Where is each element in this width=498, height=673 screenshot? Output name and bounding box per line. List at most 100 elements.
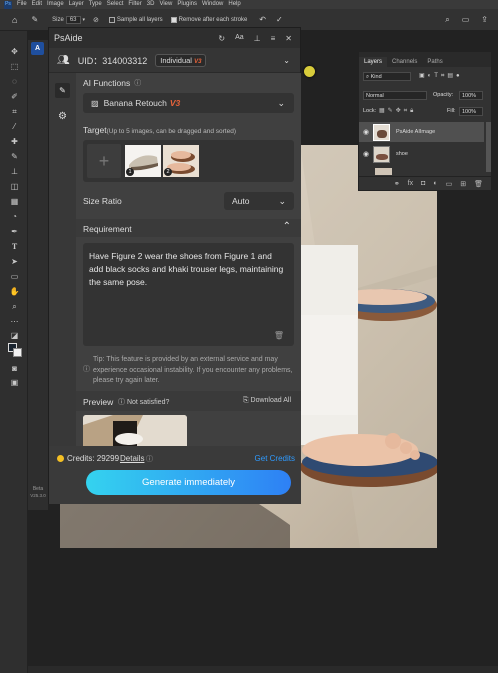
sample-all-layers-option[interactable]: Sample all layers (108, 16, 163, 23)
adjustment-layer-icon[interactable]: ◐ (433, 180, 437, 187)
remove-after-stroke-checkbox[interactable] (170, 16, 177, 23)
rectangle-tool-icon[interactable]: ▭ (9, 272, 20, 281)
ai-functions-label: AI Functions (83, 78, 131, 88)
opacity-input[interactable]: 100% (459, 91, 483, 100)
chevron-up-icon[interactable]: ⌃ (283, 221, 291, 232)
menu-filter[interactable]: Filter (128, 0, 141, 9)
add-image-button[interactable]: + (87, 144, 121, 178)
commit-check-icon[interactable]: ✓ (276, 15, 283, 24)
blend-mode-select[interactable]: Normal (363, 91, 427, 100)
eyedropper-tool-icon[interactable]: ⁄ (9, 122, 20, 131)
stamp-tool-icon[interactable]: ⊥ (9, 167, 20, 176)
chevron-down-icon[interactable]: ⌄ (283, 56, 290, 65)
preview-image[interactable] (83, 415, 187, 446)
not-satisfied-link[interactable]: ⓘ Not satisfied? (118, 397, 169, 407)
pin-icon[interactable]: ⊥ (254, 34, 261, 43)
generate-button[interactable]: Generate immediately (86, 470, 291, 495)
trash-icon[interactable]: 🗑︎ (474, 180, 483, 188)
tab-layers[interactable]: Layers (359, 57, 388, 67)
group-icon[interactable]: ▭ (446, 180, 453, 188)
type-tool-icon[interactable]: T (9, 242, 20, 251)
search-icon[interactable]: ⌕ (445, 15, 449, 25)
menu-view[interactable]: View (159, 0, 172, 9)
layer-row-shoe[interactable]: ◉ shoe (359, 144, 484, 164)
chevron-down-icon[interactable]: ▾ (83, 17, 86, 23)
background-color-swatch[interactable] (13, 348, 22, 357)
remove-after-stroke-option[interactable]: Remove after each stroke (170, 16, 247, 23)
quick-mask-icon[interactable]: ◙ (9, 364, 20, 373)
fill-input[interactable]: 100% (459, 107, 483, 116)
target-image-1[interactable]: 1 (125, 145, 161, 177)
home-icon[interactable]: ⌂ (12, 15, 17, 25)
visibility-eye-icon[interactable]: ◉ (359, 128, 373, 136)
fx-icon[interactable]: fx (408, 180, 413, 187)
settings-gear-icon[interactable]: ⚙ (55, 109, 70, 124)
lock-options-icons[interactable]: ▦✎✥⌗🔒︎ (379, 107, 416, 115)
default-colors-icon[interactable]: ◪ (9, 331, 20, 340)
menu-select[interactable]: Select (107, 0, 124, 9)
edit-icon[interactable]: ✎ (55, 83, 70, 98)
visibility-eye-icon[interactable]: ◉ (359, 150, 373, 158)
menu-plugins[interactable]: Plugins (177, 0, 197, 9)
pen-tool-icon[interactable]: ✒ (9, 227, 20, 236)
new-layer-icon[interactable]: ⊞ (460, 180, 466, 188)
menu-help[interactable]: Help (228, 0, 240, 9)
marquee-tool-icon[interactable]: ⬚ (9, 62, 20, 71)
get-credits-link[interactable]: Get Credits (255, 454, 295, 463)
menu-type[interactable]: Type (89, 0, 102, 9)
quick-selection-tool-icon[interactable]: ✐ (9, 92, 20, 101)
brush-tool-icon[interactable]: ✎ (9, 152, 20, 161)
tab-paths[interactable]: Paths (422, 57, 447, 67)
more-tools-icon[interactable]: ⋯ (9, 317, 20, 326)
layers-scrollbar[interactable] (486, 122, 491, 172)
move-tool-icon[interactable]: ✥ (9, 47, 20, 56)
brush-mode-icon[interactable]: ⊘ (93, 16, 99, 24)
layer-filter-icons[interactable]: ▣◐T⌗▤● (419, 72, 463, 80)
details-link[interactable]: Details (120, 454, 144, 463)
undo-icon[interactable]: ↶ (259, 15, 266, 24)
screen-mode-icon[interactable]: ▣ (9, 378, 20, 387)
size-ratio-select[interactable]: Auto ⌄ (224, 192, 294, 210)
menu-icon[interactable]: ≡ (271, 34, 276, 43)
layer-row-psaide-aiimage[interactable]: ◉ PsAide AIImage (359, 122, 484, 142)
zoom-tool-icon[interactable]: ⌕ (9, 302, 20, 311)
path-selection-tool-icon[interactable]: ➤ (9, 257, 20, 266)
menu-3d[interactable]: 3D (147, 0, 155, 9)
gradient-tool-icon[interactable]: ▦ (9, 197, 20, 206)
share-icon[interactable]: ⇪ (481, 15, 488, 24)
brush-size-control[interactable]: Size 63 ▾ (52, 15, 86, 24)
psaide-dock-icon[interactable]: A (31, 42, 44, 55)
healing-brush-tool-icon[interactable]: ✚ (9, 137, 20, 146)
spot-healing-brush-icon[interactable]: ✎ (31, 15, 38, 24)
download-all-button[interactable]: ⎘ Download All (243, 397, 291, 405)
brush-size-value[interactable]: 63 (65, 15, 81, 24)
info-icon[interactable]: ⓘ (134, 78, 141, 88)
menu-edit[interactable]: Edit (32, 0, 42, 9)
menu-file[interactable]: File (17, 0, 27, 9)
font-size-icon[interactable]: Aa (235, 34, 244, 43)
info-icon[interactable]: ⓘ (146, 454, 153, 464)
requirement-textarea[interactable]: Have Figure 2 wear the shoes from Figure… (83, 243, 294, 346)
target-images-area[interactable]: + 1 2 (83, 140, 294, 182)
tab-channels[interactable]: Channels (387, 57, 422, 67)
eraser-tool-icon[interactable]: ◫ (9, 182, 20, 191)
layer-filter-select[interactable]: ⌕ Kind (363, 72, 411, 81)
add-mask-icon[interactable]: ◘ (421, 180, 425, 187)
requirement-label: Requirement (83, 224, 132, 234)
menu-window[interactable]: Window (202, 0, 223, 9)
sample-all-layers-checkbox[interactable] (108, 16, 115, 23)
workspace-icon[interactable]: ▭ (462, 15, 470, 24)
link-layers-icon[interactable]: ⚭ (394, 180, 400, 188)
crop-tool-icon[interactable]: ⌗ (9, 107, 20, 116)
trash-icon[interactable]: 🗑︎ (274, 331, 284, 340)
close-icon[interactable]: ✕ (285, 34, 292, 43)
dodge-tool-icon[interactable]: ◔ (9, 212, 20, 221)
lasso-tool-icon[interactable]: ◌ (9, 77, 20, 86)
requirement-header[interactable]: Requirement ⌃ (76, 219, 301, 237)
menu-image[interactable]: Image (47, 0, 64, 9)
menu-layer[interactable]: Layer (69, 0, 84, 9)
refresh-icon[interactable]: ↻ (218, 34, 225, 43)
ai-function-select[interactable]: ▨ Banana Retouch V3 ⌄ (83, 93, 294, 113)
hand-tool-icon[interactable]: ✋ (9, 287, 20, 296)
target-image-2[interactable]: 2 (163, 145, 199, 177)
